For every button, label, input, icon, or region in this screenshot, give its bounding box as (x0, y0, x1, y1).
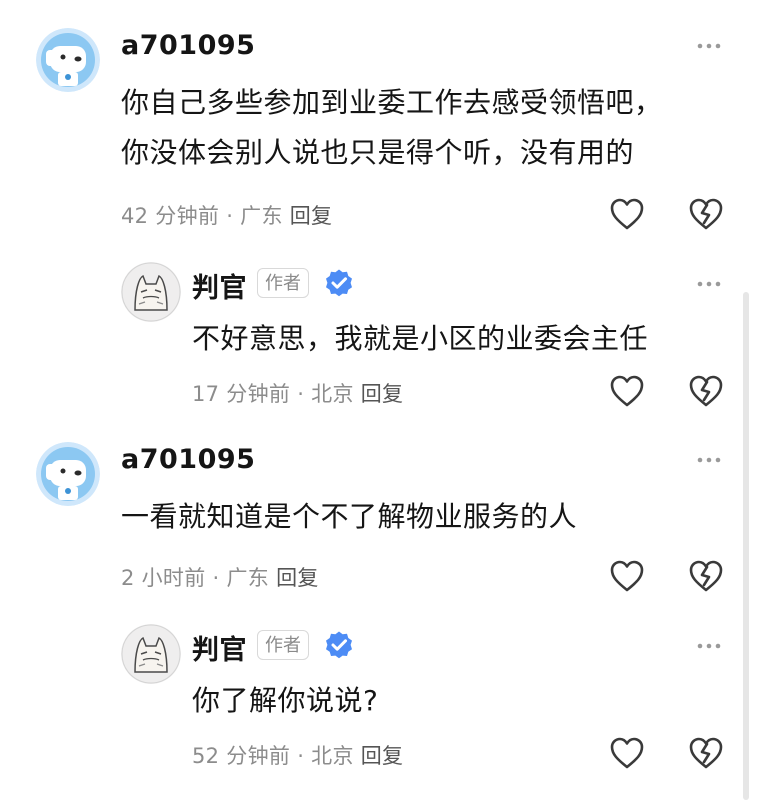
cat-avatar-icon (121, 262, 181, 322)
comment-line: 一看就知道是个不了解物业服务的人 (121, 500, 578, 533)
comment-text: 你自己多些参加到业委工作去感受领悟吧， 你没体会别人说也只是得个听，没有用的 (121, 78, 663, 178)
comment-text: 不好意思，我就是小区的业委会主任 (192, 314, 648, 364)
author-avatar[interactable] (121, 262, 181, 322)
comment-meta: 2 小时前 · 广东 回复 (121, 562, 319, 592)
more-options-icon[interactable] (696, 42, 722, 50)
comment-thread: a701095 你自己多些参加到业委工作去感受领悟吧， 你没体会别人说也只是得个… (0, 0, 757, 800)
more-options-icon[interactable] (696, 280, 722, 288)
comment-location: 北京 (311, 744, 354, 768)
like-icon[interactable] (609, 559, 645, 593)
comment-meta: 52 分钟前 · 北京 回复 (192, 740, 403, 770)
like-icon[interactable] (609, 197, 645, 231)
username[interactable]: 判官 (192, 266, 247, 305)
verified-icon (326, 269, 352, 297)
meta-separator: · (226, 204, 234, 228)
more-options-icon[interactable] (696, 456, 722, 464)
dog-avatar-icon (36, 442, 100, 506)
comment-location: 北京 (311, 382, 354, 406)
comment-time: 42 分钟前 (121, 204, 220, 228)
comment-text: 一看就知道是个不了解物业服务的人 (121, 492, 577, 542)
comment-line: 你了解你说说? (192, 684, 379, 717)
cat-avatar-icon (121, 624, 181, 684)
scrollbar[interactable] (743, 292, 749, 800)
username[interactable]: 判官 (192, 628, 247, 667)
reply-button[interactable]: 回复 (361, 382, 404, 406)
comment-location: 广东 (226, 566, 270, 590)
meta-separator: · (212, 566, 220, 590)
meta-separator: · (297, 744, 305, 768)
like-icon[interactable] (609, 374, 645, 408)
comment-text: 你了解你说说? (192, 676, 378, 726)
reply-button[interactable]: 回复 (361, 744, 404, 768)
comment-meta: 17 分钟前 · 北京 回复 (192, 378, 403, 408)
dislike-icon[interactable] (688, 736, 724, 770)
user-avatar[interactable] (36, 28, 100, 92)
reply-button[interactable]: 回复 (290, 204, 333, 228)
dislike-icon[interactable] (688, 197, 724, 231)
meta-separator: · (297, 382, 305, 406)
username[interactable]: a701095 (121, 444, 255, 475)
comment-meta: 42 分钟前 · 广东 回复 (121, 200, 332, 230)
comment-time: 52 分钟前 (192, 744, 291, 768)
author-avatar[interactable] (121, 624, 181, 684)
comment-line: 你没体会别人说也只是得个听，没有用的 (121, 136, 635, 169)
verified-icon (326, 631, 352, 659)
author-badge: 作者 (257, 630, 309, 660)
reply-button[interactable]: 回复 (276, 566, 319, 590)
comment-time: 17 分钟前 (192, 382, 291, 406)
dislike-icon[interactable] (688, 374, 724, 408)
dog-avatar-icon (36, 28, 100, 92)
username[interactable]: a701095 (121, 30, 255, 61)
comment-line: 你自己多些参加到业委工作去感受领悟吧， (121, 86, 663, 119)
like-icon[interactable] (609, 736, 645, 770)
comment-location: 广东 (240, 204, 283, 228)
author-badge: 作者 (257, 268, 309, 298)
user-avatar[interactable] (36, 442, 100, 506)
comment-time: 2 小时前 (121, 566, 206, 590)
more-options-icon[interactable] (696, 642, 722, 650)
comment-line: 不好意思，我就是小区的业委会主任 (192, 322, 649, 355)
dislike-icon[interactable] (688, 559, 724, 593)
